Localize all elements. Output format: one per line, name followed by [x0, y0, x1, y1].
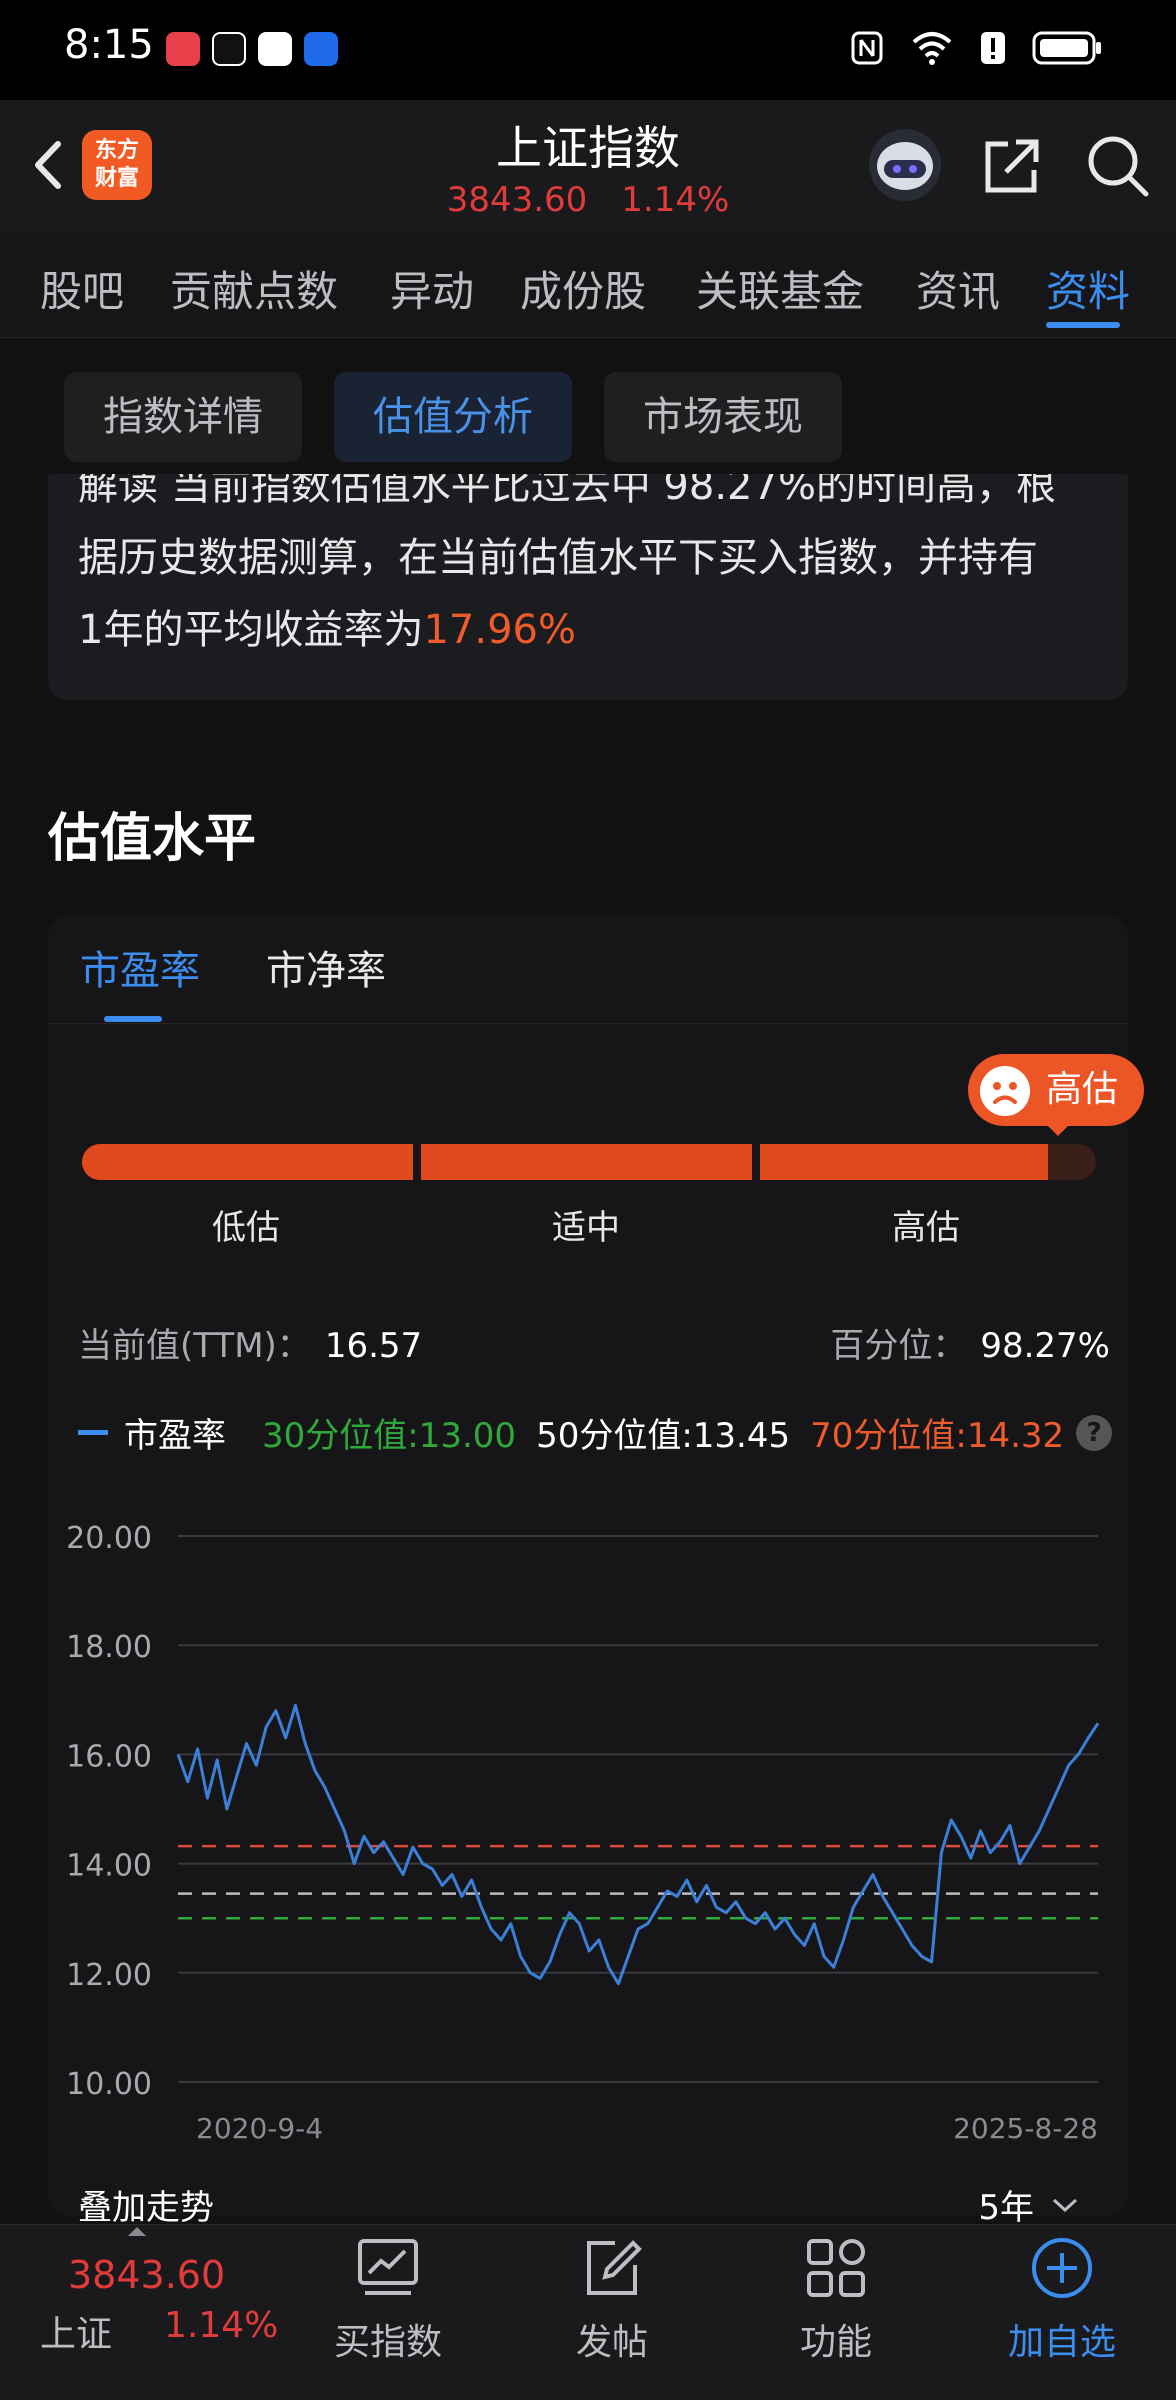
bottom-index-name[interactable]: 上证: [40, 2305, 112, 2357]
bottom-index-price[interactable]: 3843.60: [68, 2253, 225, 2297]
x-tick-label-start: 2020-9-4: [196, 2112, 323, 2145]
subtab-valuation[interactable]: 估值分析: [334, 372, 572, 462]
tab-profile[interactable]: 资料: [1046, 258, 1130, 319]
main-tabs: 股吧 贡献点数 异动 成份股 关联基金 资讯 资料: [0, 232, 1176, 338]
average-return: 17.96%: [423, 607, 576, 653]
buy-index-label: 买指数: [333, 2322, 442, 2363]
add-watchlist-button[interactable]: 加自选: [972, 2235, 1152, 2365]
interpretation-line-3: 1年的平均收益率为17.96%: [78, 594, 1108, 666]
chart-trend-icon: [358, 2239, 418, 2295]
battery-icon: [1032, 31, 1101, 65]
share-icon[interactable]: [978, 132, 1046, 200]
plus-circle-icon: [1032, 2238, 1092, 2298]
interpretation-line-2: 据历史数据测算，在当前估值水平下买入指数，并持有: [78, 535, 1038, 581]
robot-assistant-icon[interactable]: [866, 126, 944, 204]
wifi-icon: [912, 32, 952, 65]
status-time: 8:15: [64, 22, 154, 68]
add-watchlist-label: 加自选: [1007, 2322, 1116, 2363]
y-tick-label: 18.00: [66, 1630, 152, 1665]
tab-news[interactable]: 资讯: [916, 258, 1000, 319]
pe-history-chart: 20.00 18.00 16.00 14.00 12.00 10.00 2020-9-4 20…: [66, 1521, 1100, 2145]
chevron-down-icon: [1052, 2198, 1078, 2212]
pe-series-line: [176, 1703, 1100, 1986]
tab-unusual[interactable]: 异动: [390, 258, 474, 319]
tab-related-funds[interactable]: 关联基金: [696, 258, 864, 319]
tab-constituents[interactable]: 成份股: [520, 258, 646, 319]
y-tick-label: 12.00: [66, 1958, 152, 1993]
edit-icon: [587, 2240, 642, 2295]
return-prefix: 1年的平均收益率为: [78, 607, 424, 653]
y-tick-label: 10.00: [66, 2067, 152, 2102]
app-notification-icon: [166, 32, 200, 66]
tab-contribution[interactable]: 贡献点数: [170, 258, 338, 319]
subtab-market-performance[interactable]: 市场表现: [604, 372, 842, 462]
x-tick-label-end: 2025-8-28: [953, 2112, 1098, 2145]
valuation-card: 市盈率 市净率 高估 低估 适中 高估 当前值(TTM)： 16.57 百分位： 9…: [48, 916, 1144, 2228]
overlay-trend-label[interactable]: 叠加走势: [78, 2180, 214, 2229]
alert-icon: [981, 32, 1005, 64]
bulb-app-icon: [304, 32, 338, 66]
mobile-app-icon: [258, 32, 292, 66]
index-price: 3843.60: [446, 180, 588, 220]
sub-tabs: 指数详情 估值分析 市场表现: [0, 338, 1176, 474]
y-tick-label: 14.00: [66, 1849, 152, 1884]
y-tick-label: 20.00: [66, 1521, 152, 1556]
index-change-pct: 1.14%: [621, 180, 730, 220]
functions-label: 功能: [799, 2322, 872, 2363]
post-button[interactable]: 发帖: [522, 2235, 702, 2365]
post-label: 发帖: [575, 2322, 648, 2363]
range-selector[interactable]: 5年: [978, 2180, 1080, 2229]
subtab-index-details[interactable]: 指数详情: [64, 372, 302, 462]
functions-button[interactable]: 功能: [746, 2235, 926, 2365]
range-value: 5年: [978, 2188, 1034, 2228]
interpretation-card: 解读 当前指数估值水平比过去中 98.27%的时间高，根 据历史数据测算，在当前…: [48, 460, 1128, 700]
buy-index-button[interactable]: 买指数: [298, 2235, 478, 2365]
y-tick-label: 16.00: [66, 1739, 152, 1774]
expand-indicator-icon[interactable]: [128, 2227, 146, 2236]
tiktok-icon: [212, 32, 246, 66]
status-bar: 8:15: [0, 0, 1176, 100]
app-header: 东方 财富 上证指数 3843.60 1.14%: [0, 100, 1176, 232]
search-icon[interactable]: [1082, 130, 1152, 200]
notification-icons: [166, 32, 338, 66]
interpretation-text: 解读 当前指数估值水平比过去中 98.27%的时间高，根 据历史数据测算，在当前…: [78, 460, 1108, 666]
active-tab-underline: [1046, 322, 1120, 328]
status-indicators: [850, 30, 1102, 66]
section-title: 估值水平: [48, 809, 257, 869]
bottom-toolbar: 3843.60 上证 1.14% 买指数 发帖 功能 加自选: [0, 2224, 1176, 2400]
nfc-icon: [851, 31, 883, 65]
grid-icon: [807, 2239, 865, 2297]
tab-guba[interactable]: 股吧: [40, 258, 124, 319]
bottom-index-pct[interactable]: 1.14%: [164, 2305, 278, 2346]
